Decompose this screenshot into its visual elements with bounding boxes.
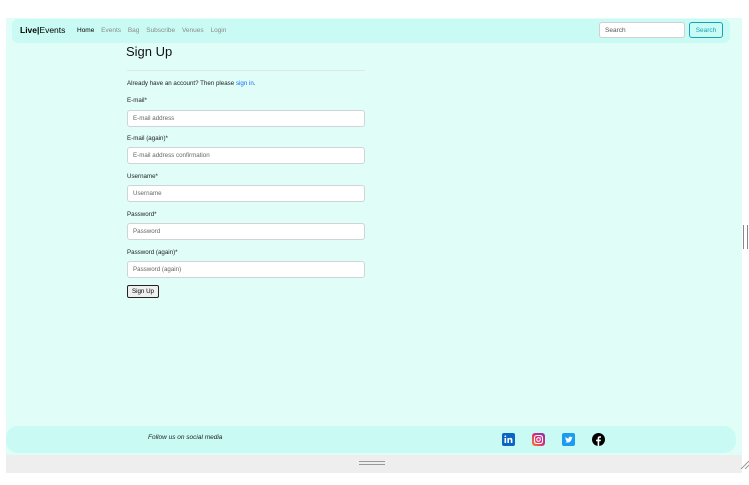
browser-viewport (6, 18, 742, 473)
nav-link-venues[interactable]: Venues (182, 27, 204, 34)
side-resize-handle[interactable] (743, 225, 748, 249)
username-field[interactable] (127, 185, 365, 202)
password-confirm-label: Password (again)* (127, 249, 178, 256)
password-field[interactable] (127, 223, 365, 240)
brand-rest: Events (39, 25, 66, 35)
twitter-icon[interactable] (562, 433, 575, 446)
nav-links: Home Events Bag Subscribe Venues Login (77, 27, 231, 34)
search-button[interactable]: Search (689, 22, 723, 38)
title-divider (127, 70, 365, 71)
nav-link-login[interactable]: Login (210, 27, 226, 34)
email-field[interactable] (127, 110, 365, 127)
sign-in-link[interactable]: sign in (236, 80, 254, 87)
nav-link-events[interactable]: Events (101, 27, 121, 34)
already-text: Already have an account? Then please (127, 80, 236, 87)
facebook-icon[interactable] (592, 433, 605, 446)
nav-link-bag[interactable]: Bag (128, 27, 140, 34)
brand-bold: Live (20, 25, 38, 35)
sign-up-button[interactable]: Sign Up (127, 285, 159, 298)
nav-link-subscribe[interactable]: Subscribe (146, 27, 175, 34)
drag-grip-icon[interactable] (359, 461, 385, 467)
email-confirm-label: E-mail (again)* (127, 135, 168, 142)
username-label: Username* (127, 173, 158, 180)
email-confirm-field[interactable] (127, 147, 365, 164)
brand-logo[interactable]: Live|Events (20, 25, 65, 35)
footer: Follow us on social media (6, 426, 736, 453)
instagram-icon[interactable] (532, 433, 545, 446)
page-title: Sign Up (126, 44, 173, 59)
sign-in-suffix: . (253, 80, 256, 87)
nav-link-home[interactable]: Home (77, 27, 94, 34)
search-input[interactable] (599, 22, 685, 38)
already-have-account-text: Already have an account? Then please sig… (127, 80, 256, 87)
email-label: E-mail* (127, 97, 147, 104)
password-label: Password* (127, 211, 157, 218)
linkedin-icon[interactable] (502, 433, 515, 446)
password-confirm-field[interactable] (127, 261, 365, 278)
follow-us-text: Follow us on social media (148, 434, 223, 441)
resize-corner-icon[interactable] (739, 459, 749, 469)
